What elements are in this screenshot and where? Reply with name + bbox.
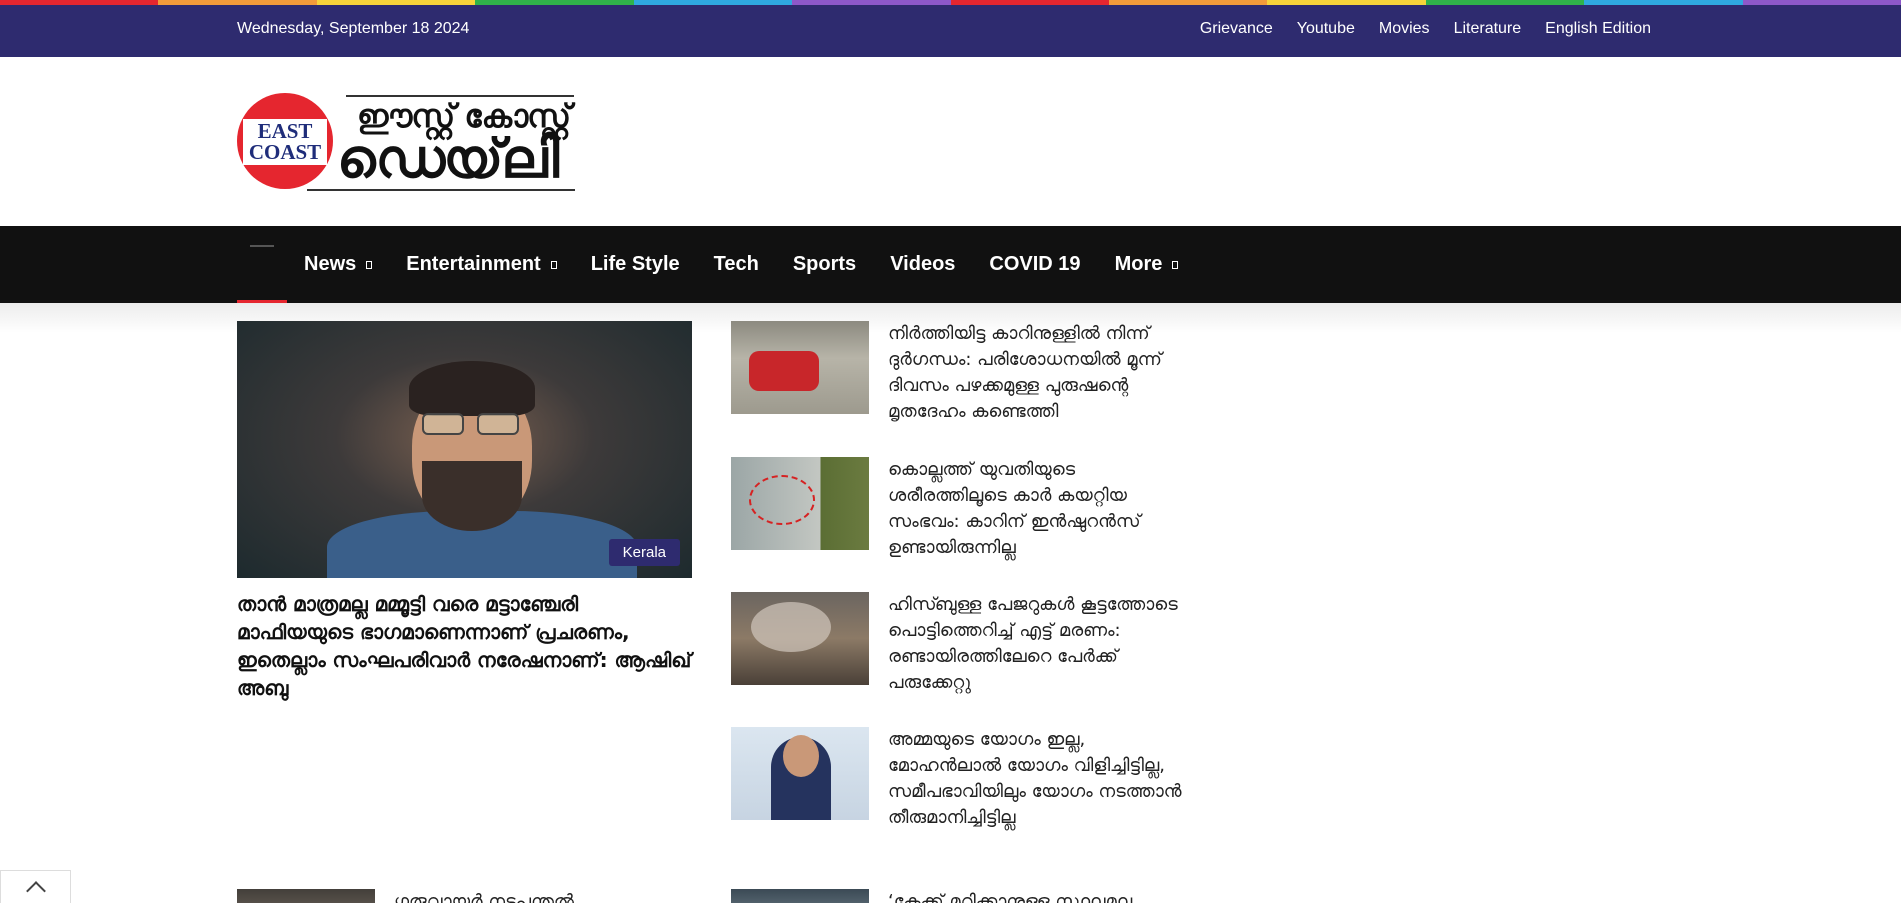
photo-glasses-left bbox=[422, 413, 464, 435]
article-thumbnail[interactable] bbox=[731, 592, 869, 685]
top-link-youtube[interactable]: Youtube bbox=[1297, 20, 1355, 38]
top-bar: Wednesday, September 18 2024 Grievance Y… bbox=[0, 5, 1901, 57]
list-item[interactable]: നിർത്തിയിട്ട കാറിനുള്ളിൽ നിന്ന് ദുർഗന്ധം… bbox=[731, 321, 1191, 425]
nav-item-covid-19[interactable]: COVID 19 bbox=[989, 253, 1080, 276]
face-shape bbox=[783, 735, 819, 777]
photo-beard bbox=[422, 461, 522, 531]
chevron-down-icon bbox=[1172, 260, 1179, 269]
nav-label: Sports bbox=[792, 253, 857, 275]
list-item[interactable]: ഗുരുവായൂർ നടപ്പന്തൽ bbox=[237, 889, 737, 903]
lead-article-image[interactable]: Kerala bbox=[237, 321, 692, 578]
nav-menu: News Entertainment Life Style Tech Sport… bbox=[304, 226, 1179, 303]
top-link-english-edition[interactable]: English Edition bbox=[1545, 20, 1651, 38]
home-icon[interactable] bbox=[250, 245, 274, 247]
chevron-down-icon bbox=[366, 260, 373, 269]
smoke-shape bbox=[751, 602, 831, 652]
article-title[interactable]: നിർത്തിയിട്ട കാറിനുള്ളിൽ നിന്ന് ദുർഗന്ധം… bbox=[888, 321, 1188, 425]
list-item[interactable]: കൊല്ലത്ത് യുവതിയുടെ ശരീരത്തിലൂടെ കാർ കയറ… bbox=[731, 457, 1191, 561]
article-title[interactable]: ഗുരുവായൂർ നടപ്പന്തൽ bbox=[394, 889, 574, 903]
category-badge[interactable]: Kerala bbox=[608, 539, 680, 566]
photo-glasses-right bbox=[477, 413, 519, 435]
article-thumbnail[interactable] bbox=[731, 321, 869, 414]
chevron-up-icon bbox=[25, 881, 46, 901]
article-thumbnail[interactable] bbox=[731, 889, 869, 903]
article-title[interactable]: ‘കേക്ക് മുറിക്കാനുള്ള സ്ഥലമല്ല bbox=[888, 889, 1188, 903]
nav-label: Life Style bbox=[590, 253, 680, 275]
article-thumbnail[interactable] bbox=[731, 457, 869, 550]
lead-article[interactable]: Kerala താൻ മാത്രമല്ല മമ്മൂട്ടി വരെ മട്ടാ… bbox=[237, 321, 692, 702]
top-link-movies[interactable]: Movies bbox=[1379, 20, 1430, 38]
site-logo[interactable]: EAST COAST ഈസ്റ്റ് കോസ്റ്റ് ഡെയ്‌ലി bbox=[237, 93, 577, 193]
list-item[interactable]: ഹിസ്ബുള്ള പേജറുകൾ കൂട്ടത്തോടെ പൊട്ടിത്തെ… bbox=[731, 592, 1191, 696]
top-links: Grievance Youtube Movies Literature Engl… bbox=[1200, 20, 1651, 38]
logo-coast: COAST bbox=[248, 140, 322, 164]
lead-article-title[interactable]: താൻ മാത്രമല്ല മമ്മൂട്ടി വരെ മട്ടാഞ്ചേരി … bbox=[237, 590, 692, 702]
logo-text-line2: ഡെയ്‌ലി bbox=[337, 127, 559, 190]
highlight-ring bbox=[749, 475, 815, 525]
nav-label: Videos bbox=[890, 253, 956, 275]
nav-label: Entertainment bbox=[406, 253, 541, 275]
top-link-grievance[interactable]: Grievance bbox=[1200, 20, 1273, 38]
car-shape bbox=[749, 351, 819, 391]
scroll-to-top-button[interactable] bbox=[0, 870, 71, 903]
top-link-literature[interactable]: Literature bbox=[1454, 20, 1522, 38]
list-item[interactable]: അമ്മയുടെ യോഗം ഇല്ല, മോഹൻലാൽ യോഗം വിളിച്ച… bbox=[731, 727, 1191, 831]
article-thumbnail[interactable] bbox=[731, 727, 869, 820]
logo-rule-bottom bbox=[307, 189, 575, 191]
nav-item-more[interactable]: More bbox=[1115, 253, 1179, 276]
photo-hair bbox=[409, 361, 535, 416]
nav-item-sports[interactable]: Sports bbox=[793, 253, 856, 276]
chevron-down-icon bbox=[550, 260, 557, 269]
nav-item-tech[interactable]: Tech bbox=[714, 253, 759, 276]
current-date: Wednesday, September 18 2024 bbox=[237, 20, 470, 37]
logo-circle-text: EAST COAST bbox=[243, 119, 327, 165]
nav-item-life-style[interactable]: Life Style bbox=[591, 253, 680, 276]
logo-east: EAST bbox=[257, 119, 313, 143]
nav-label: News bbox=[304, 253, 357, 275]
article-title[interactable]: ഹിസ്ബുള്ള പേജറുകൾ കൂട്ടത്തോടെ പൊട്ടിത്തെ… bbox=[888, 592, 1188, 696]
nav-item-videos[interactable]: Videos bbox=[890, 253, 955, 276]
nav-label: COVID 19 bbox=[989, 253, 1081, 275]
article-title[interactable]: അമ്മയുടെ യോഗം ഇല്ല, മോഹൻലാൽ യോഗം വിളിച്ച… bbox=[888, 727, 1188, 831]
nav-item-entertainment[interactable]: Entertainment bbox=[406, 253, 557, 276]
list-item[interactable]: ‘കേക്ക് മുറിക്കാനുള്ള സ്ഥലമല്ല bbox=[731, 889, 1191, 903]
main-navigation: News Entertainment Life Style Tech Sport… bbox=[0, 226, 1901, 304]
nav-label: Tech bbox=[713, 253, 759, 275]
nav-item-news[interactable]: News bbox=[304, 253, 373, 276]
logo-circle: EAST COAST bbox=[237, 93, 333, 189]
article-thumbnail[interactable] bbox=[237, 889, 375, 903]
article-title[interactable]: കൊല്ലത്ത് യുവതിയുടെ ശരീരത്തിലൂടെ കാർ കയറ… bbox=[888, 457, 1188, 561]
nav-label: More bbox=[1114, 253, 1163, 275]
